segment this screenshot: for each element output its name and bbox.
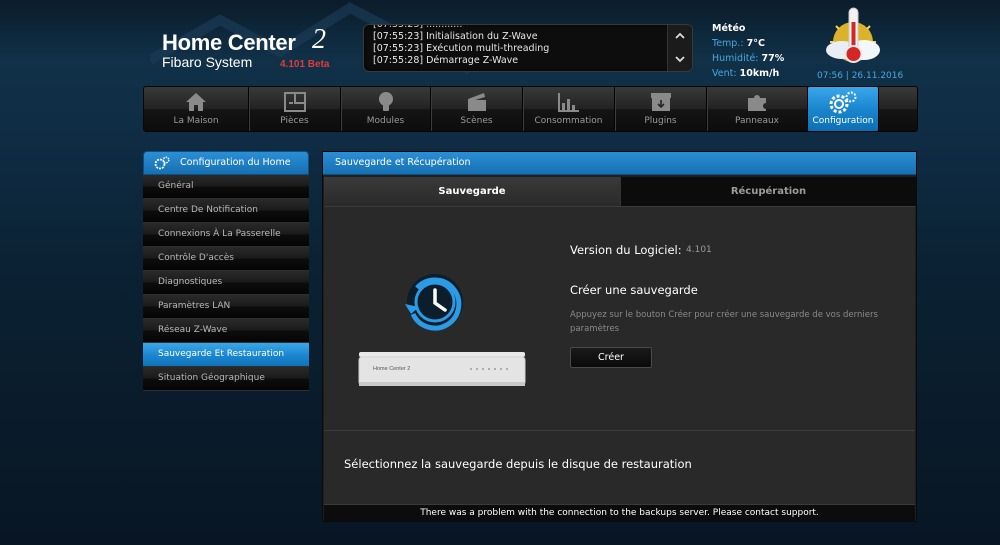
fibaro-logo: Home Center 2 Fibaro System 4.101 Beta	[162, 24, 329, 70]
log-line: [07:55:28] Démarrage Z-Wave	[373, 55, 519, 66]
tab-bar: Sauvegarde Récupération	[324, 177, 916, 206]
sidebar-item-label: Réseau Z-Wave	[158, 325, 228, 335]
create-backup-title: Créer une sauvegarde	[570, 283, 698, 297]
event-log[interactable]: [07:55:23] ............ [07:55:23] Initi…	[363, 24, 693, 72]
chart-icon	[557, 93, 579, 112]
thermometer-sun-icon	[826, 7, 880, 63]
sidebar-item-label: Connexions À La Passerelle	[158, 229, 281, 239]
event-log-lines: [07:55:23] ............ [07:55:23] Initi…	[373, 24, 550, 66]
nav-plugins[interactable]: Plugins	[615, 87, 707, 131]
nav-consommation[interactable]: Consommation	[523, 87, 615, 131]
sidebar-item-label: Situation Géographique	[158, 373, 265, 383]
sidebar-item-diagnostics[interactable]: Diagnostiques	[143, 271, 309, 295]
nav-label: Consommation	[534, 116, 603, 126]
sidebar-item-backup-restore[interactable]: Sauvegarde Et Restauration	[143, 343, 309, 367]
logo-number: 2	[312, 24, 326, 55]
home-center-device-image: Home Center 2	[358, 274, 526, 386]
sidebar-item-lan-settings[interactable]: Paramètres LAN	[143, 295, 309, 319]
tab-recuperation[interactable]: Récupération	[620, 177, 916, 206]
nav-configuration[interactable]: Configuration	[808, 87, 879, 131]
panel-header: Sauvegarde et Récupération	[323, 152, 916, 175]
software-version-label: Version du Logiciel:	[570, 243, 682, 257]
nav-scenes[interactable]: Scènes	[431, 87, 523, 131]
version-badge: 4.101 Beta	[280, 59, 330, 70]
sidebar-item-label: Centre De Notification	[158, 205, 258, 215]
log-line: [07:55:23] Initialisation du Z-Wave	[373, 31, 538, 42]
nav-label: Scènes	[460, 116, 493, 126]
scroll-up-icon[interactable]	[668, 25, 692, 48]
box-icon	[650, 93, 671, 111]
sidebar-item-label: Contrôle D'accès	[158, 253, 234, 263]
sidebar-item-general[interactable]: Général	[143, 175, 309, 199]
rooms-icon	[283, 92, 306, 112]
bulb-icon	[378, 92, 393, 111]
logo-title: Home Center	[162, 30, 296, 55]
nav-la-maison[interactable]: La Maison	[144, 87, 249, 131]
restore-section: Sélectionnez la sauvegarde depuis le dis…	[324, 430, 915, 505]
puzzle-icon	[748, 95, 766, 111]
wind-value: 10km/h	[739, 68, 780, 79]
scroll-down-icon[interactable]	[668, 48, 692, 71]
tab-sauvegarde[interactable]: Sauvegarde	[324, 177, 620, 206]
sidebar-item-location[interactable]: Situation Géographique	[143, 367, 309, 391]
nav-panneaux[interactable]: Panneaux	[707, 87, 808, 131]
config-sidebar: Configuration du Home Général Centre De …	[143, 151, 309, 391]
house-icon	[186, 93, 206, 111]
main-navbar: La Maison Pièces Modules Scènes Consomma…	[143, 86, 918, 132]
backup-server-error-message: There was a problem with the connection …	[324, 504, 915, 521]
temp-label: Temp.:	[712, 38, 744, 49]
event-log-scrollbar[interactable]	[667, 25, 692, 71]
temp-value: 7°C	[746, 38, 765, 49]
gears-icon	[829, 91, 857, 114]
create-backup-button[interactable]: Créer	[570, 347, 652, 368]
nav-modules[interactable]: Modules	[341, 87, 431, 131]
backup-content: Home Center 2 Version du Logiciel: 4.101…	[324, 206, 915, 430]
sidebar-title: Configuration du Home	[180, 157, 291, 168]
software-version-value: 4.101	[686, 245, 712, 255]
weather-widget: Météo Temp.: 7°C Humidité: 77% Vent: 10k…	[712, 21, 784, 81]
logo-subtitle: Fibaro System	[162, 54, 253, 70]
sidebar-item-label: Paramètres LAN	[158, 301, 231, 311]
nav-label: Plugins	[644, 116, 677, 126]
weather-title: Météo	[712, 23, 746, 34]
clapper-icon	[467, 93, 486, 111]
restore-disk-text: Sélectionnez la sauvegarde depuis le dis…	[344, 457, 692, 471]
nav-label: La Maison	[173, 116, 219, 126]
sidebar-item-label: Diagnostiques	[158, 277, 223, 287]
gears-icon	[154, 156, 170, 170]
datetime: 07:56 | 26.11.2016	[817, 71, 904, 81]
log-line: [07:55:23] Exécution multi-threading	[373, 43, 550, 54]
create-backup-description: Appuyez sur le bouton Créer pour créer u…	[570, 310, 878, 334]
nav-label: Modules	[366, 116, 405, 126]
nav-label: Panneaux	[734, 116, 780, 126]
sidebar-item-access-control[interactable]: Contrôle D'accès	[143, 247, 309, 271]
sidebar-item-zwave-network[interactable]: Réseau Z-Wave	[143, 319, 309, 343]
sidebar-header: Configuration du Home	[143, 151, 309, 175]
nav-label: Configuration	[812, 116, 874, 126]
humidity-label: Humidité:	[712, 53, 759, 64]
backup-panel: Sauvegarde et Récupération Sauvegarde Ré…	[322, 151, 917, 522]
panel-title: Sauvegarde et Récupération	[335, 157, 471, 168]
sidebar-item-gateway-connections[interactable]: Connexions À La Passerelle	[143, 223, 309, 247]
sidebar-item-label: Sauvegarde Et Restauration	[158, 349, 285, 359]
humidity-value: 77%	[761, 53, 785, 64]
device-label: Home Center 2	[373, 366, 410, 372]
nav-pieces[interactable]: Pièces	[249, 87, 341, 131]
sidebar-item-notification[interactable]: Centre De Notification	[143, 199, 309, 223]
wind-label: Vent:	[712, 68, 737, 79]
sidebar-item-label: Général	[158, 181, 194, 191]
nav-label: Pièces	[280, 116, 309, 126]
